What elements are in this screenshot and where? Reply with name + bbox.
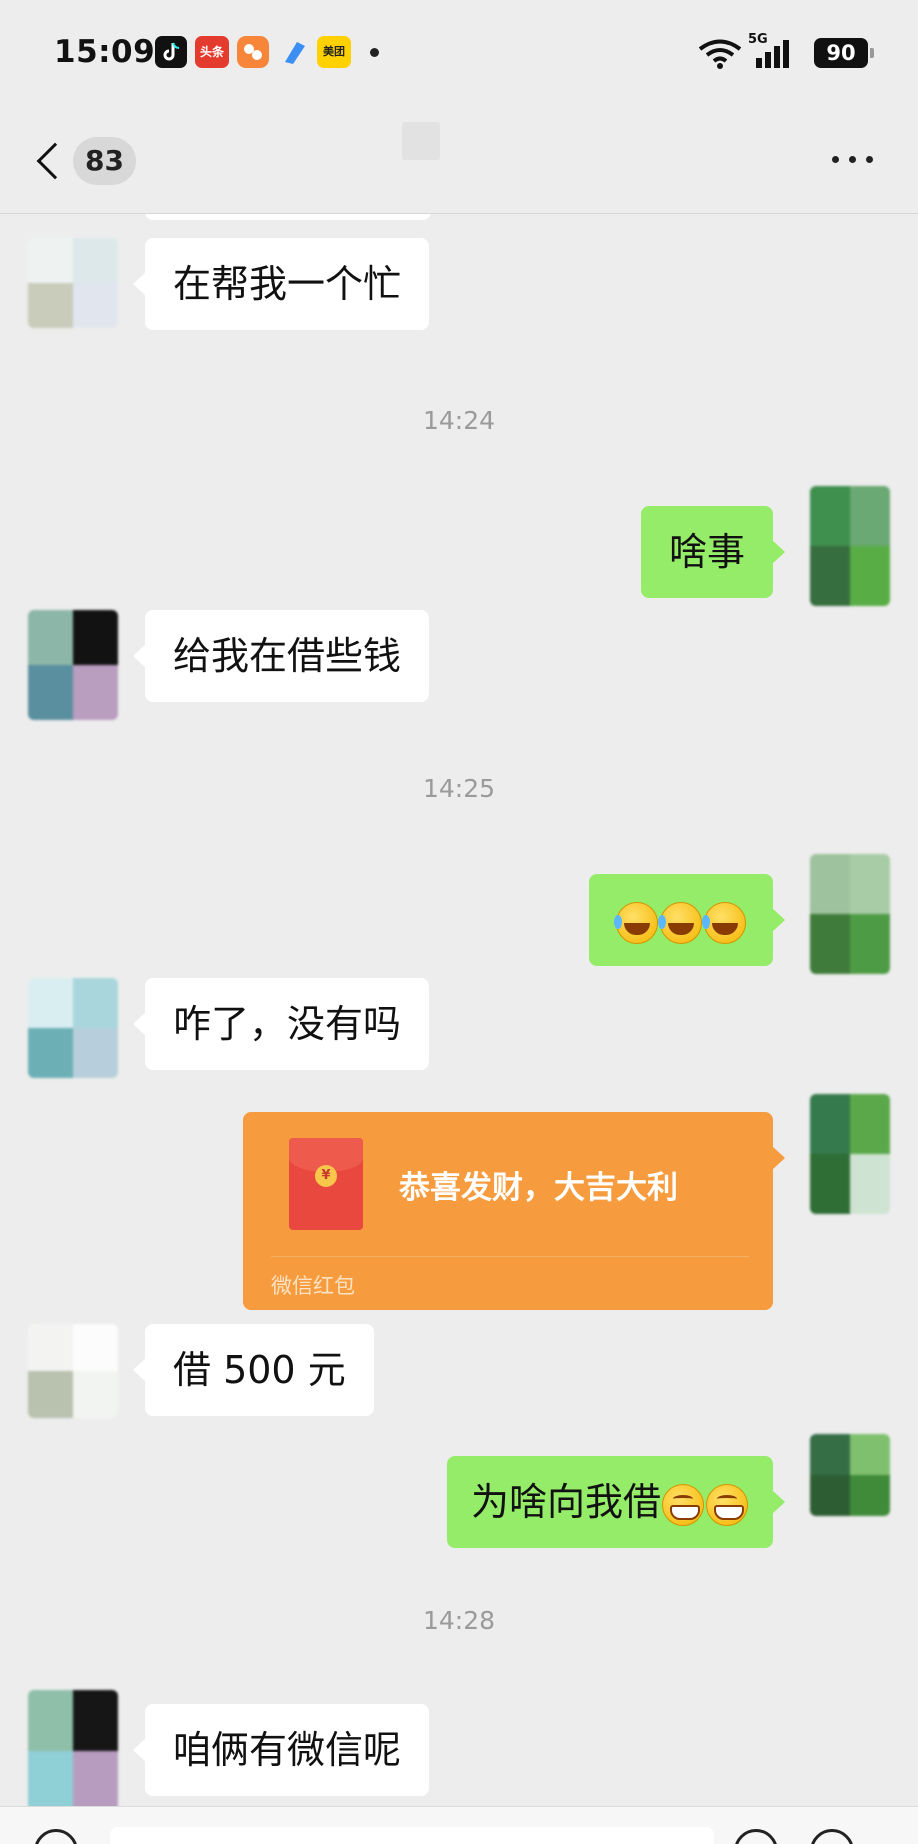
- more-notifications-dot: [370, 48, 379, 57]
- contact-avatar[interactable]: [28, 238, 118, 328]
- my-avatar[interactable]: [810, 1434, 890, 1516]
- yuan-coin-icon: ¥: [315, 1165, 337, 1187]
- chat-header: 83: [0, 104, 918, 214]
- my-avatar[interactable]: [810, 854, 890, 974]
- message-row-outgoing: ¥ 恭喜发财，大吉大利 微信红包: [0, 1094, 918, 1310]
- red-packet-greeting: 恭喜发财，大吉大利: [399, 1170, 678, 1206]
- message-bubble[interactable]: 给我在借些钱: [132, 610, 430, 702]
- app-orange-icon: [237, 36, 269, 68]
- message-row-incoming: 在帮我一个忙: [0, 238, 918, 330]
- douyin-icon: [155, 36, 187, 68]
- divider: [271, 1256, 749, 1257]
- chat-title-redacted: [402, 122, 440, 160]
- message-row-outgoing: 啥事: [0, 486, 918, 612]
- meituan-icon: 美团: [317, 36, 351, 68]
- status-bar: 15:09 头条 美团 5G 90: [0, 0, 918, 104]
- my-avatar[interactable]: [810, 1094, 890, 1214]
- voice-toggle-button[interactable]: [34, 1829, 78, 1844]
- contact-avatar[interactable]: [28, 1324, 118, 1418]
- more-options-button[interactable]: [832, 156, 874, 166]
- timestamp: 14:24: [422, 406, 496, 435]
- unread-count-badge: 83: [73, 137, 136, 185]
- contact-avatar[interactable]: [28, 978, 118, 1078]
- timestamp: 14:28: [422, 1606, 496, 1635]
- message-bubble[interactable]: 咋了，没有吗: [132, 978, 430, 1070]
- system-indicators: 5G 90: [688, 32, 874, 70]
- app-blue-icon: [279, 36, 309, 68]
- signal-icon: [750, 38, 794, 74]
- laughing-crying-emoji: [702, 901, 746, 944]
- battery-indicator: 90: [814, 38, 874, 68]
- message-bubble[interactable]: 在帮我一个忙: [132, 238, 430, 330]
- my-avatar[interactable]: [810, 486, 890, 606]
- message-row-incoming: 借 500 元: [0, 1324, 918, 1418]
- message-bubble[interactable]: 借 500 元: [133, 1324, 374, 1416]
- message-text: 为啥向我借: [470, 1480, 661, 1524]
- back-button[interactable]: 83: [30, 134, 150, 190]
- grinning-emoji: [706, 1483, 748, 1526]
- more-actions-button[interactable]: [810, 1829, 854, 1844]
- more-dots-icon: [832, 156, 839, 163]
- contact-avatar[interactable]: [28, 1690, 118, 1812]
- message-bubble[interactable]: 为啥向我借: [446, 1456, 786, 1548]
- red-packet-card[interactable]: ¥ 恭喜发财，大吉大利 微信红包: [243, 1112, 785, 1310]
- message-row-outgoing: [0, 854, 918, 980]
- chevron-left-icon: [36, 142, 74, 180]
- message-input[interactable]: [110, 1827, 714, 1844]
- emoji-message-bubble[interactable]: [589, 874, 785, 966]
- message-bubble[interactable]: 啥事: [640, 506, 786, 598]
- wifi-icon: [698, 38, 742, 74]
- timestamp: 14:25: [422, 774, 496, 803]
- message-row-incoming: 咱俩有微信呢: [0, 1690, 918, 1812]
- laughing-crying-emoji: [614, 901, 658, 944]
- grinning-emoji: [662, 1483, 704, 1526]
- message-row-incoming: 给我在借些钱: [0, 610, 918, 720]
- message-list[interactable]: 在帮我一个忙 14:24 啥事 给我在借些钱 14:25 咋了，没有吗 ¥ 恭喜…: [0, 194, 918, 1812]
- emoji-button[interactable]: [734, 1829, 778, 1844]
- contact-avatar[interactable]: [28, 610, 118, 720]
- message-row-incoming: 咋了，没有吗: [0, 978, 918, 1078]
- status-time: 15:09: [54, 34, 156, 70]
- input-bar: [0, 1806, 918, 1844]
- message-row-outgoing: 为啥向我借: [0, 1434, 918, 1548]
- message-bubble[interactable]: 咱俩有微信呢: [132, 1704, 430, 1796]
- toutiao-icon: 头条: [195, 36, 229, 68]
- red-envelope-icon: ¥: [289, 1138, 363, 1230]
- laughing-crying-emoji: [658, 901, 702, 944]
- red-packet-label: 微信红包: [271, 1274, 355, 1298]
